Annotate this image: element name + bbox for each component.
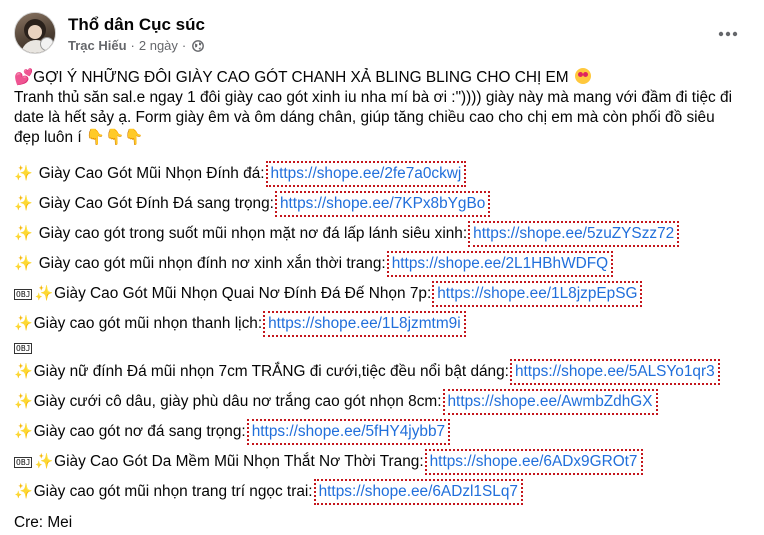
product-link-row: ✨ Giày Cao Gót Đính Đá sang trọng: https:/… <box>14 189 752 219</box>
product-link-list: ✨ Giày Cao Gót Mũi Nhọn Đính đá: https://s… <box>14 159 752 507</box>
product-label: Giày nữ đính Đá mũi nhọn 7cm TRẮNG đi cư… <box>33 363 509 380</box>
product-link[interactable]: https://shope.ee/5fHY4jybb7 <box>246 419 451 445</box>
sparkles-emoji-icon: ✨ <box>14 423 33 440</box>
heart-emoji-icon: 💕 <box>14 69 34 86</box>
post-header: Thổ dân Cục súc Trạc Hiếu · 2 ngày · <box>14 12 750 56</box>
page-avatar[interactable] <box>14 12 56 54</box>
product-link[interactable]: https://shope.ee/1L8jzpEpSG <box>432 281 643 307</box>
sparkles-emoji-icon: ✨ <box>34 453 54 470</box>
product-link[interactable]: https://shope.ee/7KPx8bYgBo <box>274 191 491 217</box>
post-timestamp[interactable]: 2 ngày <box>139 38 178 53</box>
product-label: Giày cao gót nơ đá sang trọng: <box>33 423 246 440</box>
post-body: 💕GỢI Ý NHỮNG ĐÔI GIÀY CAO GÓT CHANH XẢ B… <box>14 68 752 533</box>
sparkles-emoji-icon: ✨ <box>14 165 33 182</box>
sparkles-emoji-icon: ✨ <box>14 483 33 500</box>
product-link-row: OBJ ✨ Giày Cao Gót Mũi Nhọn Quai Nơ Đính Đ… <box>14 279 752 309</box>
intro-line-3: date là hết sảy ạ. Form giày êm và ôm dá… <box>14 109 715 126</box>
obj-placeholder-row: OBJ <box>14 339 752 357</box>
product-link[interactable]: https://shope.ee/6ADzl1SLq7 <box>313 479 523 505</box>
product-label: Giày cao gót mũi nhọn trang trí ngọc tra… <box>33 483 313 500</box>
product-link-row: ✨ Giày cao gót mũi nhọn trang trí ngọc tr… <box>14 477 752 507</box>
post-intro: 💕GỢI Ý NHỮNG ĐÔI GIÀY CAO GÓT CHANH XẢ B… <box>14 68 752 148</box>
pointing-down-emoji-icon: 👇👇👇 <box>85 129 144 146</box>
author-name-link[interactable]: Trạc Hiếu <box>68 38 127 53</box>
intro-headline-line: 💕GỢI Ý NHỮNG ĐÔI GIÀY CAO GÓT CHANH XẢ B… <box>14 68 752 88</box>
sparkles-emoji-icon: ✨ <box>14 363 33 380</box>
obj-placeholder-glyph: OBJ <box>14 288 33 300</box>
page-name-link[interactable]: Thổ dân Cục súc <box>68 15 205 35</box>
product-link-row: ✨ Giày cao gót nơ đá sang trọng: https://s… <box>14 417 752 447</box>
product-link-row: ✨ Giày cao gót mũi nhọn thanh lịch: https:… <box>14 309 752 339</box>
product-label: Giày cao gót mũi nhọn đính nơ xinh xắn t… <box>38 255 386 272</box>
product-label: Giày cao gót mũi nhọn thanh lịch: <box>33 315 263 332</box>
product-link[interactable]: https://shope.ee/2L1HBhWDFQ <box>386 251 614 277</box>
post-credit: Cre: Mei <box>14 514 73 531</box>
product-link-row: ✨ Giày cao gót mũi nhọn đính nơ xinh xắn … <box>14 249 752 279</box>
sparkles-emoji-icon: ✨ <box>34 285 54 302</box>
facebook-post: Thổ dân Cục súc Trạc Hiếu · 2 ngày · � <box>0 0 764 535</box>
meta-separator: · <box>181 38 187 53</box>
product-label: Giày Cao Gót Đính Đá sang trọng: <box>38 195 274 212</box>
more-options-button[interactable] <box>716 22 740 46</box>
product-link[interactable]: https://shope.ee/AwmbZdhGX <box>442 389 658 415</box>
intro-line-2: Tranh thủ săn sal.e ngay 1 đôi giày cao … <box>14 89 733 106</box>
product-link[interactable]: https://shope.ee/6ADx9GROt7 <box>424 449 643 475</box>
obj-placeholder-glyph: OBJ <box>14 342 33 354</box>
globe-icon <box>192 39 205 52</box>
post-meta: Trạc Hiếu · 2 ngày · <box>68 38 205 53</box>
product-link-row: ✨ Giày cưới cô dâu, giày phù dâu nơ trắng… <box>14 387 752 417</box>
product-label: Giày Cao Gót Mũi Nhọn Quai Nơ Đính Đá Đế… <box>54 285 432 302</box>
product-link-row: ✨ Giày cao gót trong suốt mũi nhọn mặt nơ… <box>14 219 752 249</box>
product-link-row: ✨ Giày Cao Gót Mũi Nhọn Đính đá: https://s… <box>14 159 752 189</box>
intro-headline: GỢI Ý NHỮNG ĐÔI GIÀY CAO GÓT CHANH XẢ BL… <box>33 69 569 86</box>
product-label: Giày Cao Gót Da Mềm Mũi Nhọn Thắt Nơ Thờ… <box>54 453 424 470</box>
intro-line-4-wrap: đẹp luôn í 👇👇👇 <box>14 128 752 148</box>
obj-placeholder-glyph: OBJ <box>14 456 33 468</box>
sparkles-emoji-icon: ✨ <box>14 225 33 242</box>
meta-separator: · <box>130 38 135 53</box>
heart-eyes-emoji-icon <box>574 68 591 84</box>
product-label: Giày cao gót trong suốt mũi nhọn mặt nơ … <box>38 225 468 242</box>
more-horizontal-icon <box>718 31 738 37</box>
intro-line-4: đẹp luôn í <box>14 129 82 146</box>
product-link[interactable]: https://shope.ee/5ALSYo1qr3 <box>509 359 720 385</box>
sparkles-emoji-icon: ✨ <box>14 255 33 272</box>
sparkles-emoji-icon: ✨ <box>14 195 33 212</box>
sparkles-emoji-icon: ✨ <box>14 393 33 410</box>
product-link-row: ✨ Giày nữ đính Đá mũi nhọn 7cm TRẮNG đi c… <box>14 357 752 387</box>
product-link[interactable]: https://shope.ee/2fe7a0ckwj <box>265 161 467 187</box>
product-link[interactable]: https://shope.ee/1L8jzmtm9i <box>263 311 466 337</box>
product-link-row: OBJ ✨ Giày Cao Gót Da Mềm Mũi Nhọn Thắt Nơ… <box>14 447 752 477</box>
product-label: Giày Cao Gót Mũi Nhọn Đính đá: <box>38 165 265 182</box>
product-label: Giày cưới cô dâu, giày phù dâu nơ trắng … <box>33 393 442 410</box>
product-link[interactable]: https://shope.ee/5zuZYSzz72 <box>468 221 680 247</box>
sparkles-emoji-icon: ✨ <box>14 315 33 332</box>
